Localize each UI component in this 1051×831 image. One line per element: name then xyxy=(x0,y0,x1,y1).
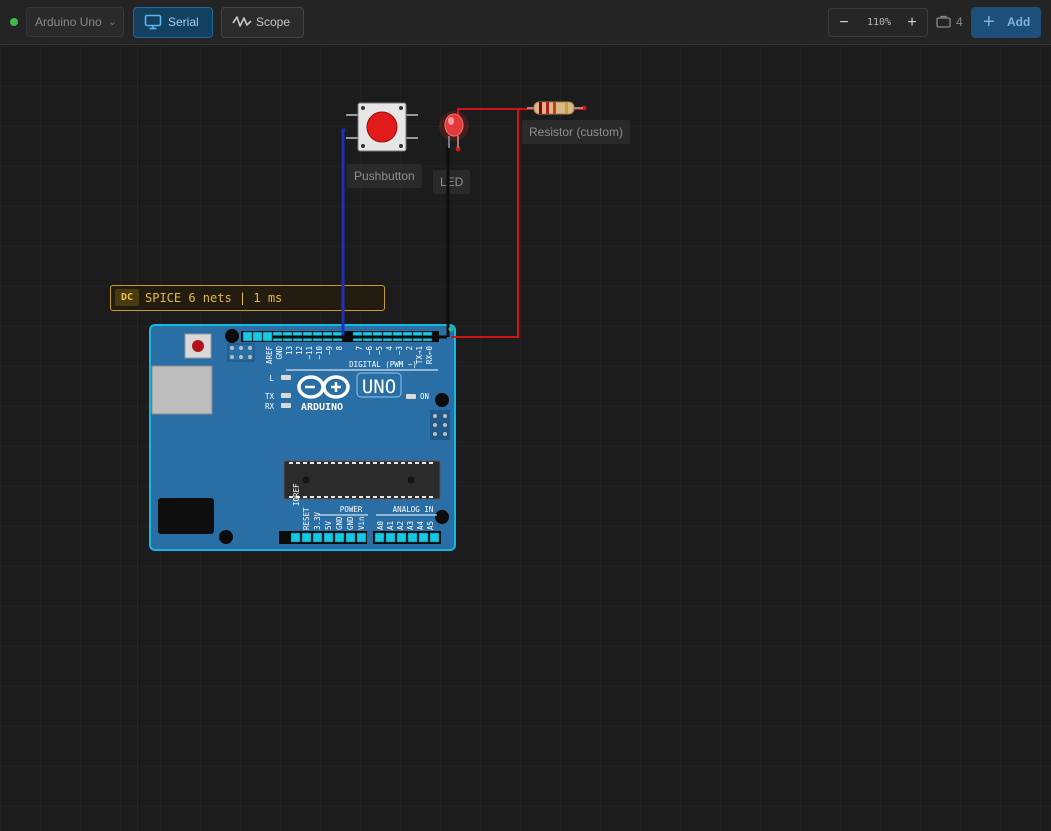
svg-text:~5: ~5 xyxy=(375,346,384,355)
chevron-down-icon: ⌄ xyxy=(107,16,117,28)
board-select[interactable]: Arduino Uno ⌄ xyxy=(26,7,124,37)
svg-text:A4: A4 xyxy=(416,520,425,530)
uno-label: UNO xyxy=(362,376,396,398)
svg-text:POWER: POWER xyxy=(340,505,363,514)
svg-text:ON: ON xyxy=(420,392,429,401)
svg-text:A5: A5 xyxy=(426,521,435,530)
pushbutton-component[interactable] xyxy=(346,102,418,152)
svg-text:A1: A1 xyxy=(386,521,395,530)
svg-text:A2: A2 xyxy=(396,521,405,530)
svg-text:5V: 5V xyxy=(324,520,333,530)
svg-text:~11: ~11 xyxy=(305,346,314,360)
wire-red[interactable] xyxy=(451,108,519,338)
svg-text:~3: ~3 xyxy=(395,346,404,355)
serial-button-label: Serial xyxy=(168,15,199,29)
circuit-canvas[interactable]: Pushbutton LED Resistor (custom) DC SPIC… xyxy=(0,46,1051,831)
power-jack xyxy=(158,498,214,534)
power-header[interactable] xyxy=(279,531,367,544)
zoom-in-button[interactable]: + xyxy=(899,9,925,36)
svg-text:A3: A3 xyxy=(406,521,415,530)
svg-text:RESET: RESET xyxy=(302,507,311,530)
analog-header[interactable] xyxy=(373,531,441,544)
svg-text:8: 8 xyxy=(335,346,344,351)
scope-button[interactable]: Scope xyxy=(221,7,304,38)
digital-header-label: DIGITAL (PWM ~) xyxy=(349,360,417,369)
serial-button[interactable]: Serial xyxy=(133,7,213,38)
svg-text:13: 13 xyxy=(285,346,294,355)
power-pin-labels: IOREF xyxy=(292,483,301,506)
svg-text:12: 12 xyxy=(295,346,304,355)
led-component[interactable] xyxy=(439,111,469,148)
zoom-out-button[interactable]: − xyxy=(831,9,857,36)
waveform-icon xyxy=(232,16,252,27)
add-button-label: Add xyxy=(1007,15,1031,29)
connection-status-dot xyxy=(10,18,18,26)
briefcase-icon xyxy=(936,15,951,28)
svg-text:2: 2 xyxy=(405,346,414,351)
circuit-drawing: AREF GND 13 12 ~11 ~10 ~9 8 7 ~6 ~5 4 ~3… xyxy=(149,101,587,551)
svg-text:7: 7 xyxy=(355,346,364,351)
resistor-component[interactable] xyxy=(527,101,583,115)
wire-blue[interactable] xyxy=(341,128,345,337)
svg-text:Vin: Vin xyxy=(357,516,366,530)
svg-text:~10: ~10 xyxy=(315,346,324,360)
zoom-control: − 110% + xyxy=(828,8,928,37)
svg-text:GND: GND xyxy=(275,346,284,360)
svg-text:AREF: AREF xyxy=(265,346,274,365)
plus-icon: + xyxy=(983,11,995,33)
zoom-level: 110% xyxy=(866,17,892,28)
svg-text:TX: TX xyxy=(265,392,275,401)
arduino-uno-board[interactable]: AREF GND 13 12 ~11 ~10 ~9 8 7 ~6 ~5 4 ~3… xyxy=(149,324,456,551)
svg-text:RX: RX xyxy=(265,402,275,411)
svg-text:3.3V: 3.3V xyxy=(313,511,322,530)
monitor-icon xyxy=(144,14,162,30)
usb-port xyxy=(151,365,213,415)
svg-text:ANALOG IN: ANALOG IN xyxy=(393,505,434,514)
add-component-button[interactable]: + Add xyxy=(971,7,1041,38)
arduino-brand: ARDUINO xyxy=(301,402,343,413)
component-count: 4 xyxy=(936,13,963,31)
svg-text:~9: ~9 xyxy=(325,346,334,355)
scope-button-label: Scope xyxy=(256,15,291,29)
svg-text:4: 4 xyxy=(385,346,394,351)
svg-text:L: L xyxy=(269,374,274,383)
atmega-chip xyxy=(283,460,441,500)
svg-text:GND: GND xyxy=(335,516,344,530)
svg-text:IOREF: IOREF xyxy=(292,483,301,506)
board-select-value: Arduino Uno xyxy=(35,15,102,29)
svg-text:GND: GND xyxy=(346,516,355,530)
svg-text:A0: A0 xyxy=(376,520,385,530)
toolbar: Arduino Uno ⌄ Serial Scope − 110% + 4 + … xyxy=(0,0,1051,45)
svg-text:RX←0: RX←0 xyxy=(425,346,434,365)
component-count-value: 4 xyxy=(956,15,963,29)
svg-text:~6: ~6 xyxy=(365,346,374,356)
